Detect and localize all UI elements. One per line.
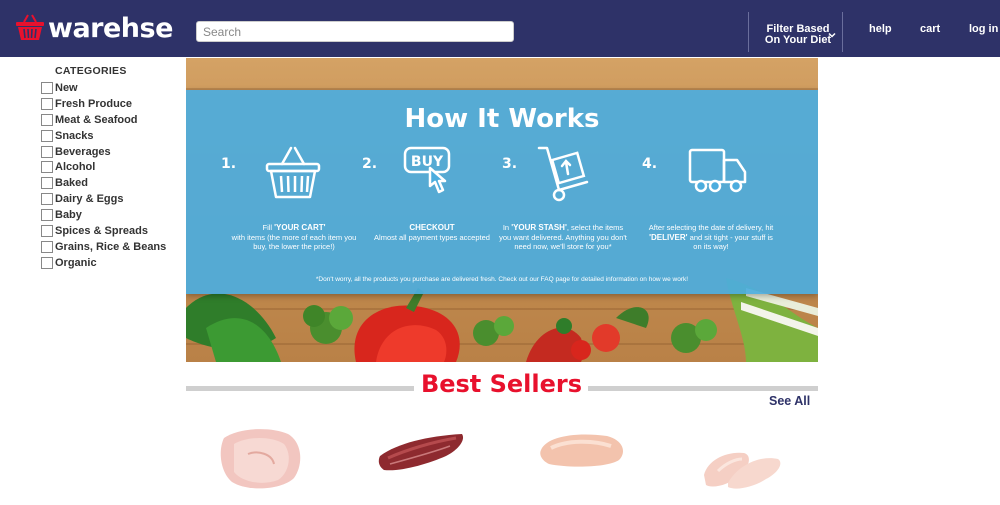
category-label: Spices & Spreads [55,224,148,237]
category-checkbox[interactable] [41,193,53,206]
category-meat-seafood[interactable]: Meat & Seafood [41,112,166,128]
category-checkbox[interactable] [41,97,53,110]
nav-divider [748,12,749,52]
step-2-text: CHECKOUT Almost all payment types accept… [367,223,497,242]
category-baby[interactable]: Baby [41,207,166,223]
best-sellers-heading: Best Sellers [420,370,583,398]
section-divider-right [588,386,818,391]
step-4-text: After selecting the date of delivery, hi… [646,223,776,252]
step-4-number: 4. [642,156,658,172]
category-checkbox[interactable] [41,177,53,190]
logo-text: warehse [48,12,173,44]
category-label: Beverages [55,145,111,158]
chicken-breast-image[interactable] [537,430,629,470]
category-checkbox[interactable] [41,129,53,142]
category-snacks[interactable]: Snacks [41,128,166,144]
how-it-works-title: How It Works [404,104,600,134]
step-1-text: Fill 'YOUR CART' with items (the more of… [229,223,359,252]
step-2-number: 2. [362,156,378,172]
buy-button-icon: BUY [403,146,451,194]
category-label: Fresh Produce [55,97,133,110]
category-beverages[interactable]: Beverages [41,144,166,160]
delivery-truck-icon [688,148,747,193]
logo[interactable]: warehse [14,12,173,44]
beef-steak-image[interactable] [376,430,468,474]
category-label: Alcohol [55,161,96,174]
category-label: New [55,81,78,94]
category-list: New Fresh Produce Meat & Seafood Snacks … [41,80,166,271]
category-grains-rice-beans[interactable]: Grains, Rice & Beans [41,239,166,255]
how-it-works-banner: How It Works 1. Fill 'YOUR CART' with it… [186,58,818,362]
section-divider-left [186,386,414,391]
step-1-number: 1. [221,156,237,172]
chicken-tenders-image[interactable] [698,445,786,493]
category-checkbox[interactable] [41,209,53,222]
chevron-down-icon[interactable] [828,31,836,39]
category-label: Snacks [55,129,94,142]
basket-logo-icon [16,14,44,40]
chicken-thigh-image[interactable] [218,424,304,494]
step-2-key: CHECKOUT [409,223,455,232]
how-it-works-panel: How It Works 1. Fill 'YOUR CART' with it… [186,90,818,294]
category-checkbox[interactable] [41,240,53,253]
category-checkbox[interactable] [41,161,53,174]
step-3-key: 'YOUR STASH' [511,223,567,232]
search-input[interactable] [196,21,514,42]
top-nav-bar: warehse Filter Based On Your Diet help c… [0,0,1000,57]
category-new[interactable]: New [41,80,166,96]
step-4-key: 'DELIVER' [649,232,688,242]
step-3-number: 3. [502,156,518,172]
category-label: Baked [55,177,89,190]
step-3-text: In 'YOUR STASH', select the items you wa… [498,223,628,252]
login-link[interactable]: log in [969,23,998,35]
category-fresh-produce[interactable]: Fresh Produce [41,96,166,112]
svg-text:BUY: BUY [411,154,444,170]
help-link[interactable]: help [869,23,892,35]
nav-divider [842,12,843,52]
see-all-link[interactable]: See All [769,394,810,408]
how-it-works-footnote: *Don't worry, all the products you purch… [315,276,689,283]
step-2-desc: Almost all payment types accepted [374,232,490,242]
category-alcohol[interactable]: Alcohol [41,159,166,175]
category-label: Dairy & Eggs [55,193,124,206]
step-4-lead: After selecting the date of delivery, hi… [648,223,774,232]
category-label: Organic [55,256,97,269]
step-1-key: 'YOUR CART' [274,223,326,232]
basket-icon [265,146,321,199]
category-label: Grains, Rice & Beans [55,240,167,253]
step-1-desc: with items (the more of each item you bu… [231,232,357,252]
category-organic[interactable]: Organic [41,255,166,271]
hand-truck-icon [537,146,589,202]
category-checkbox[interactable] [41,81,53,94]
step-1-lead: Fill [262,223,275,232]
category-label: Baby [55,209,82,222]
category-baked[interactable]: Baked [41,175,166,191]
step-3-lead: In [502,223,512,232]
cart-link[interactable]: cart [920,23,940,35]
category-checkbox[interactable] [41,256,53,269]
categories-heading: CATEGORIES [55,65,127,77]
category-spices-spreads[interactable]: Spices & Spreads [41,223,166,239]
step-4-desc: and sit tight - your stuff is on its way… [687,232,773,252]
category-dairy-eggs[interactable]: Dairy & Eggs [41,191,166,207]
category-checkbox[interactable] [41,113,53,126]
category-checkbox[interactable] [41,145,53,158]
category-checkbox[interactable] [41,224,53,237]
category-label: Meat & Seafood [55,113,138,126]
